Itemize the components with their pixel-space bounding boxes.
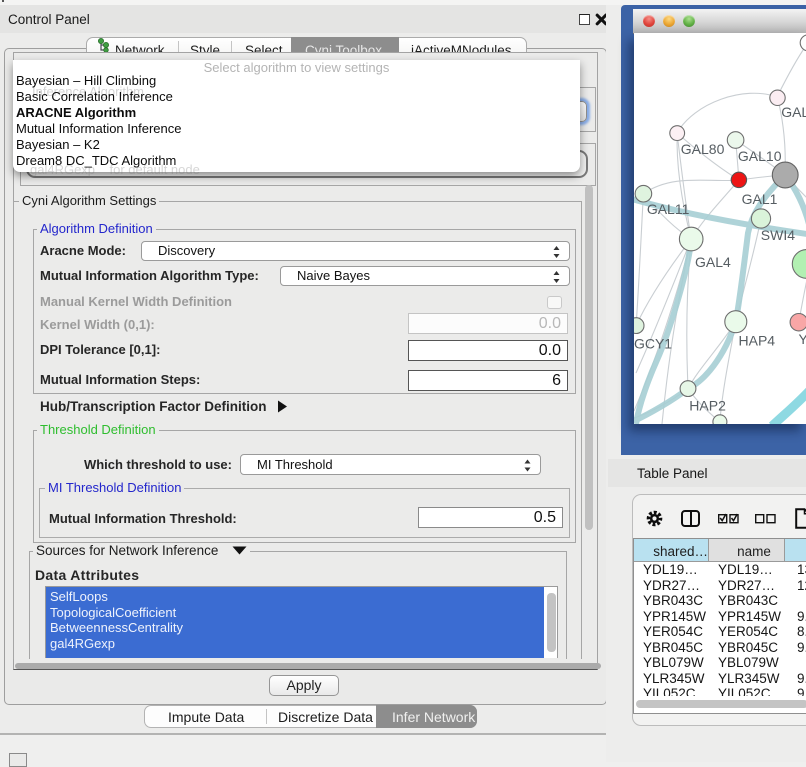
svg-text:GAL4: GAL4 (695, 254, 731, 270)
svg-text:SWI4: SWI4 (761, 227, 795, 243)
svg-text:GAL1: GAL1 (742, 191, 778, 207)
svg-text:GAL7: GAL7 (781, 104, 806, 120)
svg-text:HAP4: HAP4 (739, 332, 776, 348)
svg-text:GAL11: GAL11 (647, 201, 690, 217)
svg-text:YM: YM (799, 331, 806, 347)
svg-text:GAL80: GAL80 (681, 141, 725, 157)
svg-text:GAL10: GAL10 (738, 148, 782, 164)
svg-text:HAP2: HAP2 (689, 397, 726, 413)
svg-text:GCY1: GCY1 (634, 336, 672, 352)
